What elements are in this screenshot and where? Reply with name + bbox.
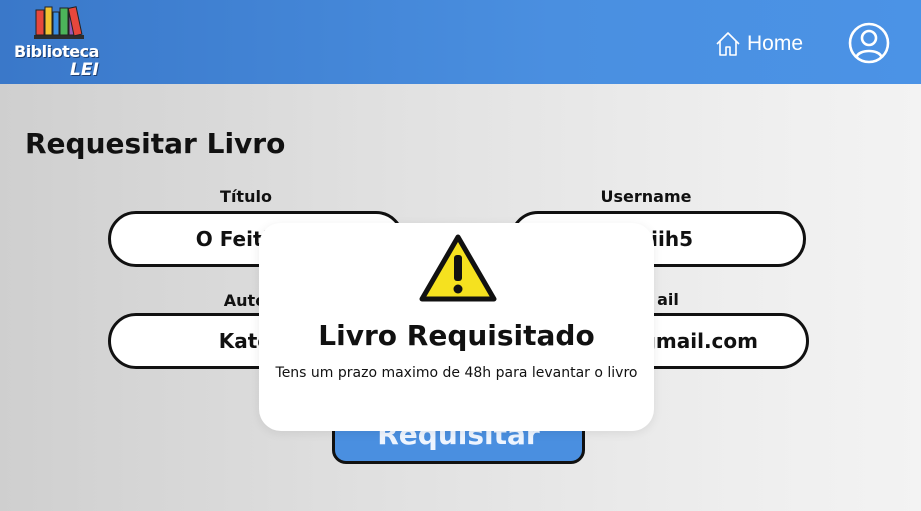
brand-logo[interactable]: Biblioteca LEI [10, 2, 110, 82]
modal-title: Livro Requisitado [318, 319, 595, 352]
username-label: Username [600, 187, 692, 206]
home-icon [716, 32, 740, 56]
brand-name-line2: LEI [70, 60, 99, 80]
email-label: ail [657, 290, 679, 309]
confirmation-modal: Livro Requisitado Tens um prazo maximo d… [259, 223, 654, 431]
nav-home-link[interactable]: Home [714, 28, 803, 60]
warning-icon [419, 234, 497, 302]
brand-name-line1: Biblioteca [14, 42, 99, 61]
top-navbar: Biblioteca LEI Home [0, 0, 921, 84]
user-profile-icon[interactable] [848, 22, 890, 64]
username-value: iih5 [651, 227, 693, 251]
modal-message: Tens um prazo maximo de 48h para levanta… [275, 365, 638, 381]
page-title: Requesitar Livro [25, 127, 286, 160]
nav-home-label: Home [747, 32, 804, 55]
titulo-label: Título [220, 187, 272, 206]
books-icon [34, 6, 84, 39]
